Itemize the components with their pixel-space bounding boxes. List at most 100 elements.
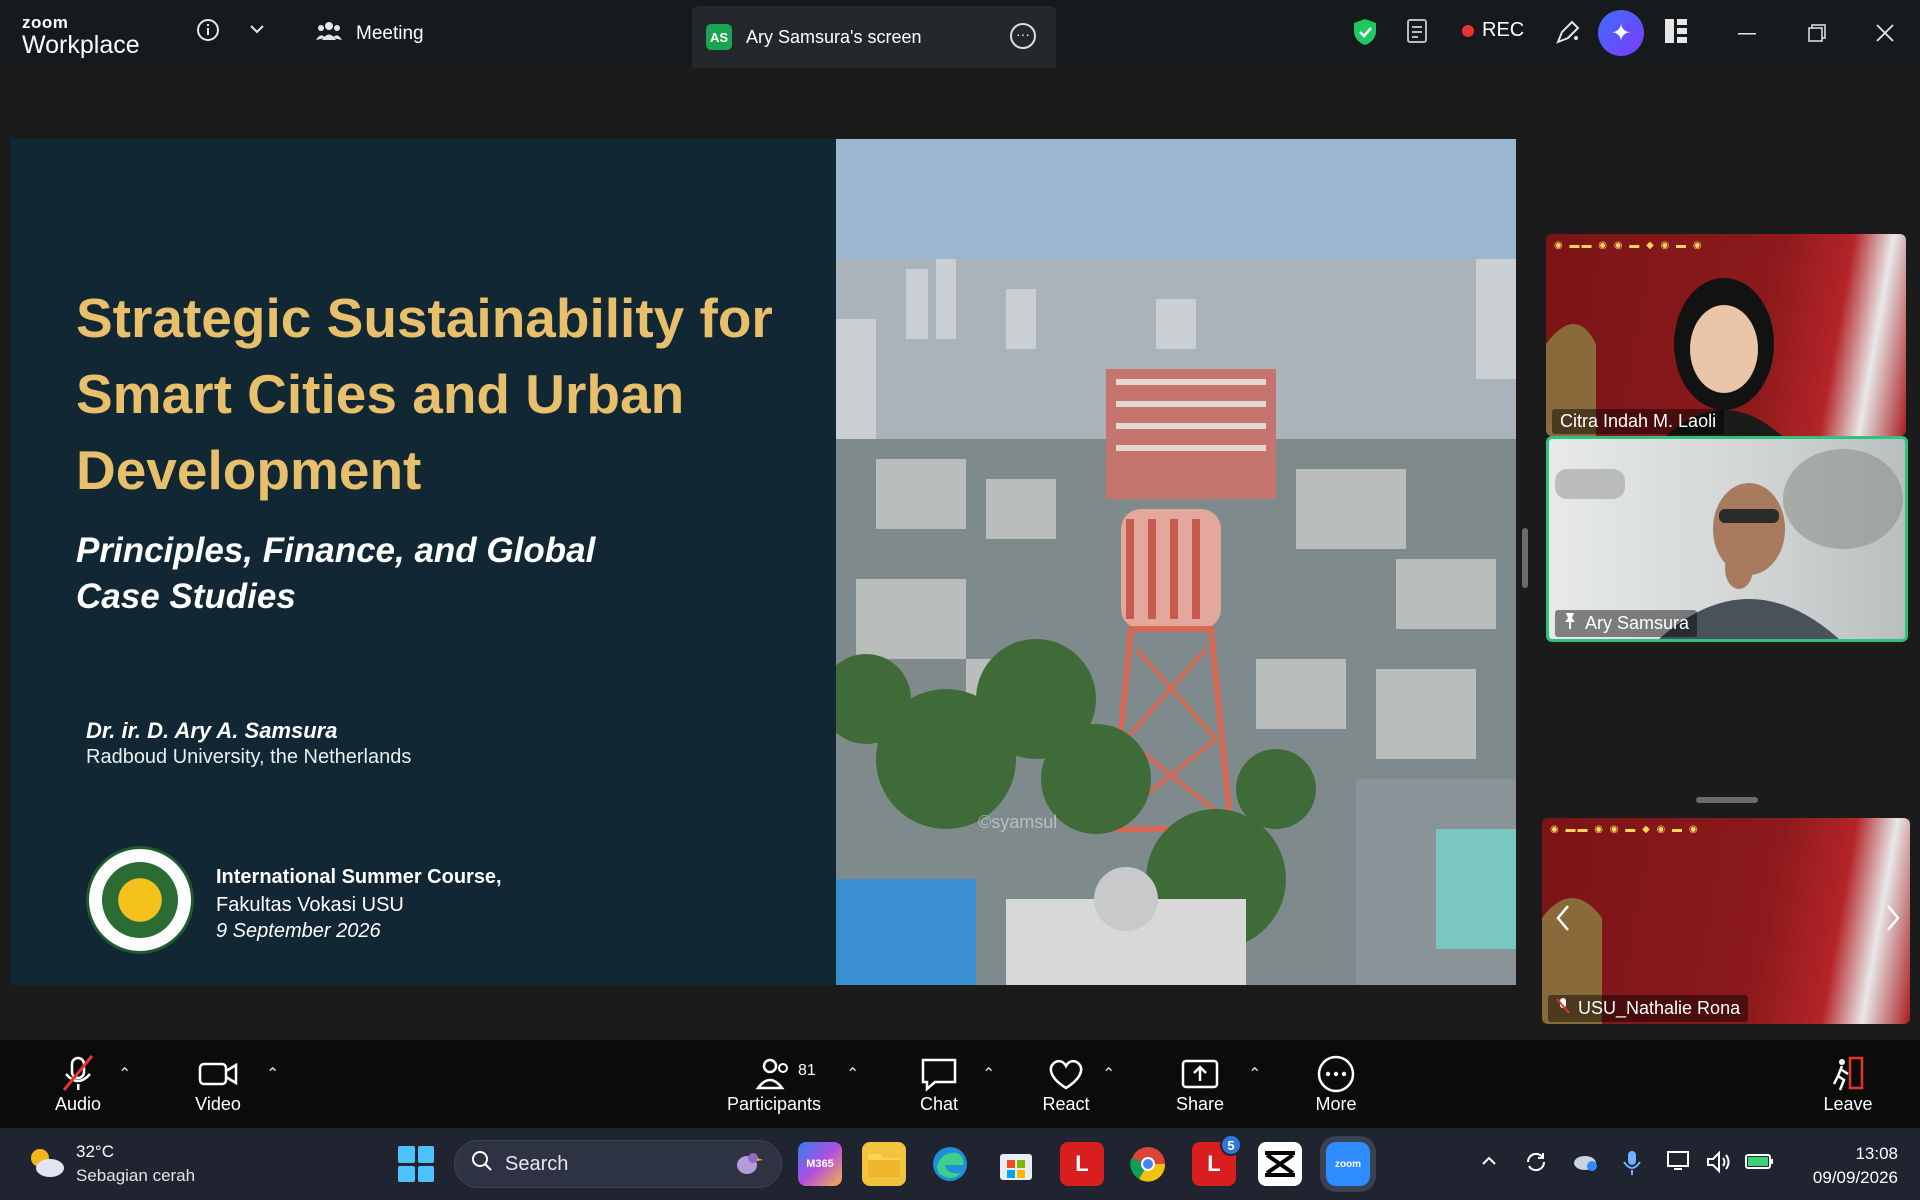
- presenter-affiliation: Radboud University, the Netherlands: [86, 746, 412, 768]
- audio-label: Audio: [54, 1094, 102, 1114]
- close-icon[interactable]: [1874, 22, 1896, 50]
- faculty-name: Fakultas Vokasi USU: [216, 894, 404, 916]
- share-button[interactable]: Share: [1170, 1054, 1230, 1115]
- slide-subtitle: Principles, Finance, and Global Case Stu…: [76, 531, 596, 616]
- chat-label: Chat: [919, 1094, 959, 1114]
- clock-date: 09/09/2026: [1812, 1168, 1898, 1187]
- participant-name: Ary Samsura: [1555, 610, 1698, 637]
- mic-muted-icon: [46, 1054, 110, 1094]
- share-screen-icon: [1170, 1054, 1230, 1094]
- participant-tile[interactable]: ◉ ▬▬ ◉ ◉ ▬ ◆ ◉ ▬ ◉ USU_Nathalie Rona: [1542, 818, 1910, 1024]
- recording-indicator[interactable]: REC: [1462, 19, 1524, 42]
- audio-button[interactable]: Audio: [46, 1054, 110, 1115]
- l-app-icon[interactable]: L: [1060, 1142, 1104, 1186]
- react-button[interactable]: React: [1038, 1054, 1094, 1115]
- more-button[interactable]: More: [1308, 1054, 1364, 1115]
- l-app-notifications-icon[interactable]: L 5: [1192, 1134, 1242, 1186]
- participant-video: [1542, 898, 1602, 1024]
- shared-screen-tab[interactable]: AS Ary Samsura's screen ···: [692, 6, 1056, 68]
- microsoft-store-icon[interactable]: [994, 1142, 1038, 1186]
- slide-date: 9 September 2026: [216, 920, 381, 942]
- share-options-caret-icon[interactable]: ⌃: [1248, 1064, 1261, 1084]
- weather-partly-sunny-icon[interactable]: [26, 1144, 66, 1189]
- video-camera-icon: [186, 1054, 250, 1094]
- share-label: Share: [1175, 1094, 1225, 1114]
- rec-label: REC: [1482, 19, 1525, 41]
- avatar-badge: AS: [706, 24, 732, 50]
- minimize-icon[interactable]: [1736, 22, 1758, 50]
- windows-start-button[interactable]: [398, 1146, 434, 1182]
- participants-count: 81: [798, 1062, 816, 1079]
- participants-options-caret-icon[interactable]: ⌃: [846, 1064, 859, 1084]
- sync-icon[interactable]: [1524, 1150, 1548, 1180]
- sparkle-icon: ✦: [1610, 19, 1632, 47]
- chevron-up-icon[interactable]: [1480, 1150, 1498, 1176]
- university-seal-logo: [86, 846, 194, 954]
- shield-check-icon[interactable]: [1352, 18, 1378, 52]
- more-options-icon[interactable]: ···: [1010, 23, 1036, 49]
- gallery-drag-handle[interactable]: [1696, 797, 1758, 803]
- pin-icon: [1563, 612, 1577, 635]
- brand-zoom: zoom: [22, 13, 69, 32]
- react-options-caret-icon[interactable]: ⌃: [1102, 1064, 1115, 1084]
- mic-muted-icon: [1556, 997, 1570, 1020]
- chevron-left-icon[interactable]: [1554, 904, 1572, 937]
- meeting-label: Meeting: [356, 23, 424, 44]
- zoom-app-icon[interactable]: zoom: [1326, 1142, 1370, 1186]
- participant-name: USU_Nathalie Rona: [1548, 995, 1749, 1022]
- capcut-app-icon[interactable]: [1258, 1142, 1302, 1186]
- video-button[interactable]: Video: [186, 1054, 250, 1115]
- participant-tile-active-speaker[interactable]: Ary Samsura: [1546, 436, 1908, 642]
- side-panel-icon[interactable]: [1664, 18, 1688, 50]
- record-dot-icon: [1462, 24, 1474, 37]
- video-label: Video: [195, 1094, 241, 1114]
- chevron-right-icon[interactable]: [1884, 904, 1902, 937]
- display-projection-icon[interactable]: [1666, 1150, 1692, 1180]
- shared-screen-label: Ary Samsura's screen: [746, 26, 922, 47]
- file-explorer-icon[interactable]: [862, 1142, 906, 1186]
- notification-badge: 5: [1220, 1134, 1242, 1156]
- meeting-toolbar: Audio ⌃ Video ⌃ Participants 81 ⌃ Chat ⌃…: [0, 1040, 1920, 1128]
- course-name: International Summer Course,: [216, 866, 502, 888]
- city-aerial-photo: [836, 139, 1516, 985]
- weather-temperature[interactable]: 32°C: [76, 1142, 114, 1162]
- panel-resize-handle[interactable]: [1522, 528, 1528, 588]
- video-options-caret-icon[interactable]: ⌃: [266, 1064, 279, 1084]
- zoom-workplace-logo: zoom Workplace: [22, 14, 140, 58]
- audio-options-caret-icon[interactable]: ⌃: [118, 1064, 131, 1084]
- battery-charging-icon[interactable]: [1744, 1150, 1774, 1178]
- speaker-volume-icon[interactable]: [1706, 1150, 1732, 1180]
- restore-icon[interactable]: [1806, 22, 1828, 50]
- brand-workplace: Workplace: [22, 31, 140, 59]
- chrome-browser-icon[interactable]: [1126, 1142, 1170, 1186]
- leave-button[interactable]: Leave: [1820, 1054, 1876, 1115]
- m365-copilot-app-icon[interactable]: M365: [798, 1142, 842, 1186]
- title-bar: zoom Workplace Meeting AS Ary Samsura's …: [0, 0, 1920, 68]
- clock-time: 13:08: [1855, 1144, 1898, 1163]
- windows-taskbar: 32°C Sebagian cerah Search M365 L L 5 zo…: [0, 1128, 1920, 1200]
- weather-condition[interactable]: Sebagian cerah: [76, 1166, 195, 1186]
- taskbar-search-box[interactable]: Search: [454, 1140, 782, 1188]
- chevron-down-icon[interactable]: [248, 20, 266, 44]
- seal-emblem-icon: [102, 862, 178, 938]
- onedrive-cloud-icon[interactable]: [1572, 1150, 1598, 1178]
- ai-companion-button[interactable]: ✦: [1598, 10, 1644, 56]
- more-label: More: [1315, 1094, 1357, 1114]
- annotate-pen-icon[interactable]: [1554, 18, 1582, 52]
- bird-highlight-icon: [727, 1147, 767, 1187]
- search-placeholder: Search: [505, 1152, 569, 1175]
- chat-button[interactable]: Chat: [912, 1054, 966, 1115]
- photo-watermark: ©syamsul: [978, 812, 1058, 832]
- chat-options-caret-icon[interactable]: ⌃: [982, 1064, 995, 1084]
- system-clock[interactable]: 13:08 09/09/2026: [1796, 1142, 1898, 1190]
- meeting-tab[interactable]: Meeting: [316, 20, 424, 48]
- microphone-icon[interactable]: [1622, 1150, 1642, 1182]
- notes-icon[interactable]: [1406, 18, 1430, 52]
- participant-video: [1546, 278, 1782, 436]
- participant-tile[interactable]: ◉ ▬▬ ◉ ◉ ▬ ◆ ◉ ▬ ◉ Citra Indah M. Laoli: [1546, 234, 1906, 436]
- react-label: React: [1042, 1094, 1090, 1114]
- more-dots-icon: [1308, 1054, 1364, 1094]
- info-icon[interactable]: [196, 18, 220, 48]
- edge-browser-icon[interactable]: [928, 1142, 972, 1186]
- heart-icon: [1038, 1054, 1094, 1094]
